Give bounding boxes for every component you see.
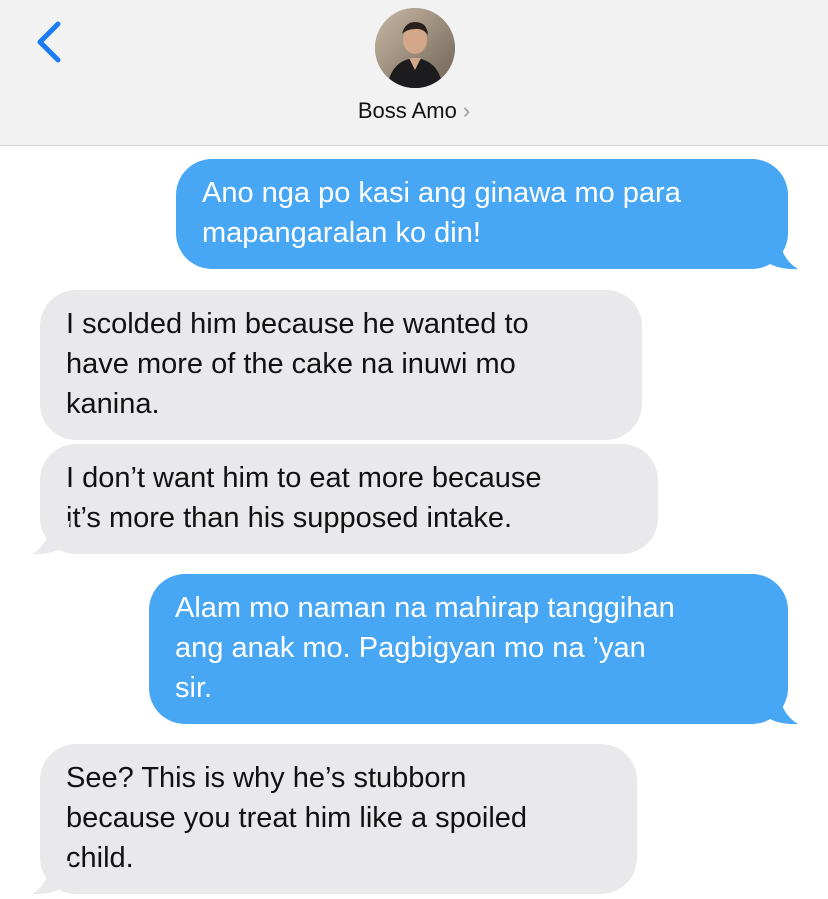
message-line: child. <box>66 842 134 874</box>
message-line: mapangaralan ko din! <box>202 217 481 249</box>
message-bubble-outgoing[interactable]: Alam mo naman na mahirap tanggihan ang a… <box>149 574 788 724</box>
message-bubble-incoming[interactable]: I scolded him because he wanted to have … <box>40 290 642 440</box>
message-line: I don’t want him to eat more because <box>66 462 542 494</box>
message-line: have more of the cake na inuwi mo <box>66 348 516 380</box>
bubble-tail <box>760 691 798 725</box>
message-line: Ano nga po kasi ang ginawa mo para <box>202 177 681 209</box>
message-line: ang anak mo. Pagbigyan mo na ’yan <box>175 632 646 664</box>
contact-name: Boss Amo <box>357 98 457 123</box>
contact-name-button[interactable]: Boss Amo › <box>0 98 828 124</box>
message-bubble-outgoing[interactable]: Ano nga po kasi ang ginawa mo para mapan… <box>176 159 788 269</box>
chevron-left-icon <box>37 21 61 63</box>
chevron-right-icon: › <box>462 98 471 123</box>
avatar[interactable] <box>375 8 455 88</box>
conversation-header: Boss Amo › <box>0 0 828 146</box>
back-button[interactable] <box>30 20 70 64</box>
message-line: Alam mo naman na mahirap tanggihan <box>175 592 675 624</box>
bubble-tail <box>32 861 70 895</box>
contact-photo <box>375 8 455 88</box>
message-bubble-incoming[interactable]: See? This is why he’s stubborn because y… <box>40 744 637 894</box>
message-line: See? This is why he’s stubborn <box>66 762 467 794</box>
message-line: it’s more than his supposed intake. <box>66 502 513 534</box>
bubble-tail <box>760 236 798 270</box>
message-line: because you treat him like a spoiled <box>66 802 528 834</box>
message-line: sir. <box>175 672 213 704</box>
message-bubble-incoming[interactable]: I don’t want him to eat more because it’… <box>40 444 658 554</box>
bubble-tail <box>32 521 70 555</box>
message-line: I scolded him because he wanted to <box>66 308 529 340</box>
message-line: kanina. <box>66 388 160 420</box>
